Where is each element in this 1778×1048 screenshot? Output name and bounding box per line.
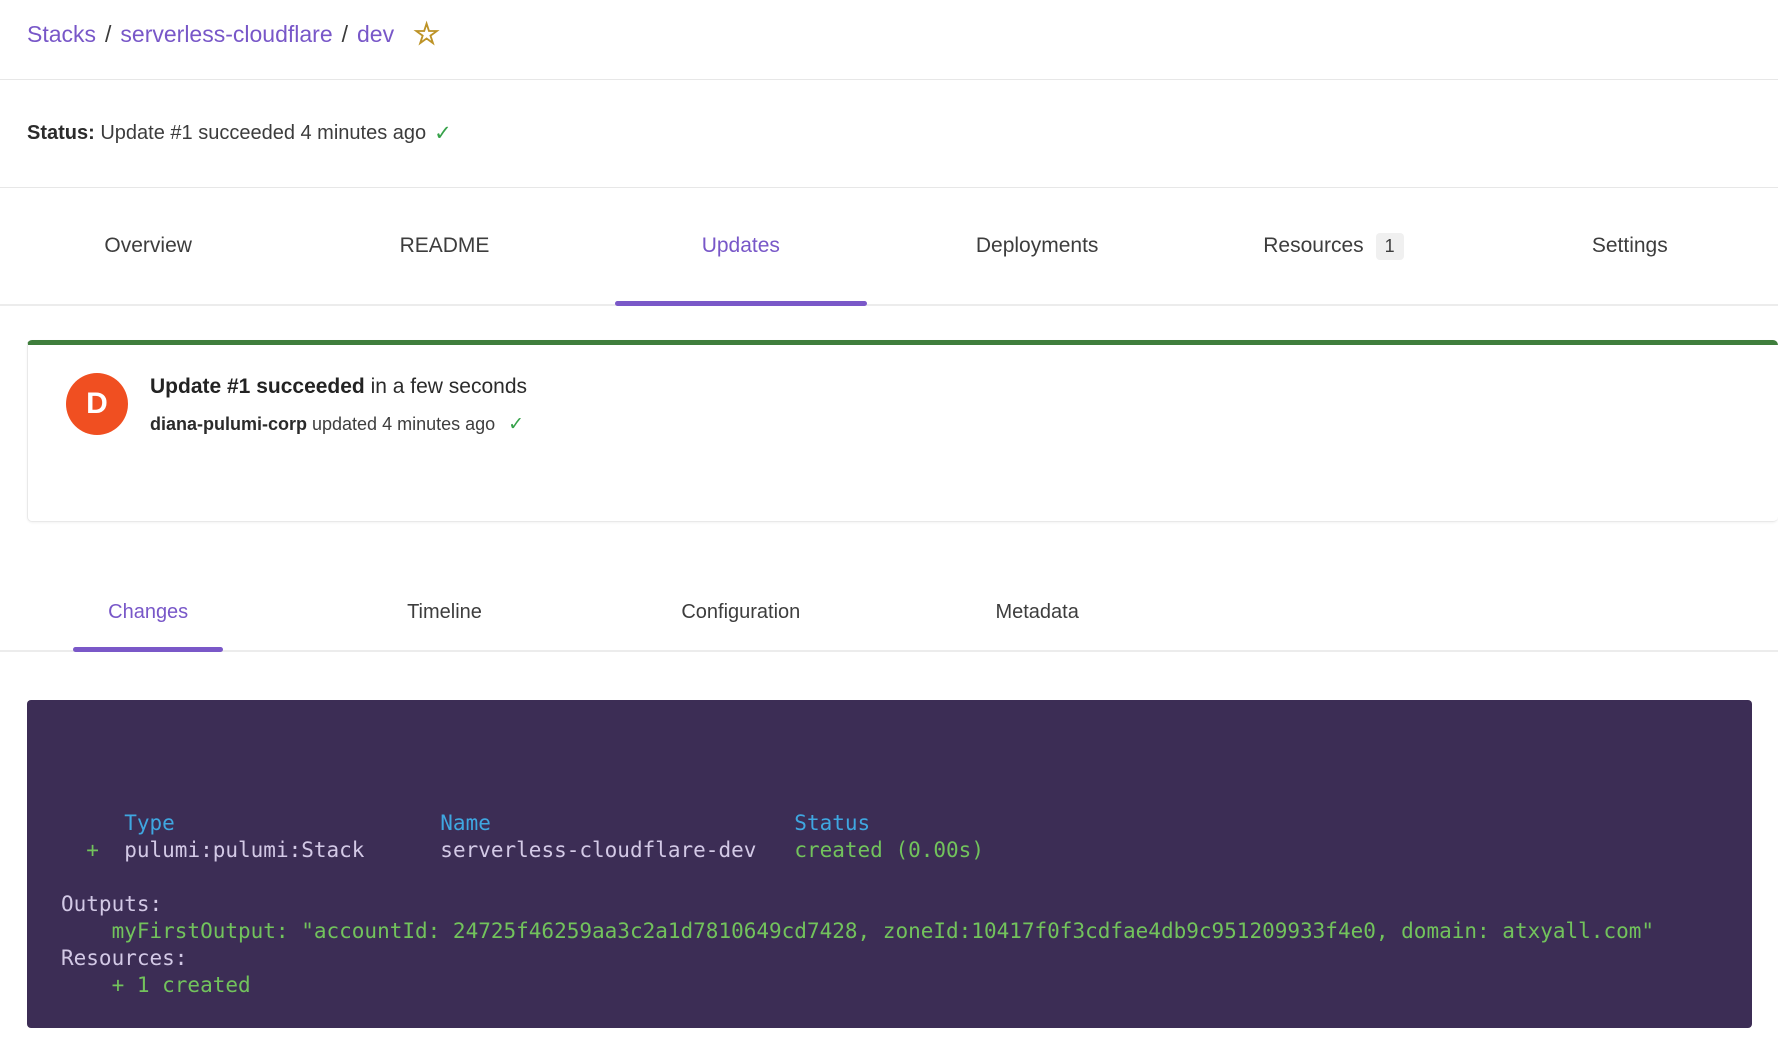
update-author: diana-pulumi-corp bbox=[150, 414, 307, 434]
tab-readme[interactable]: README bbox=[296, 188, 592, 304]
star-favorite-icon[interactable]: ☆ bbox=[413, 20, 440, 50]
resources-count-badge: 1 bbox=[1376, 233, 1404, 260]
subtab-configuration-label: Configuration bbox=[681, 601, 800, 624]
breadcrumb: Stacks / serverless-cloudflare / dev ☆ bbox=[27, 20, 440, 50]
update-detail-tabbar: Changes Timeline Configuration Metadata bbox=[0, 575, 1778, 652]
stack-tabbar: Overview README Updates Deployments Reso… bbox=[0, 188, 1778, 306]
tab-resources[interactable]: Resources 1 bbox=[1185, 188, 1481, 304]
status-bar: Status: Update #1 succeeded 4 minutes ag… bbox=[0, 80, 1778, 188]
subtab-metadata-label: Metadata bbox=[995, 601, 1078, 624]
status-text: Update #1 succeeded 4 minutes ago bbox=[95, 122, 426, 145]
console-output: Type Name Status + pulumi:pulumi:Stack s… bbox=[61, 810, 1732, 999]
update-card-meta: diana-pulumi-corp updated 4 minutes ago … bbox=[150, 413, 527, 436]
subtab-timeline[interactable]: Timeline bbox=[296, 575, 592, 650]
tab-overview[interactable]: Overview bbox=[0, 188, 296, 304]
console-create-marker: + bbox=[61, 838, 99, 862]
console-resources-label: Resources: bbox=[61, 946, 187, 970]
breadcrumb-project-link[interactable]: serverless-cloudflare bbox=[120, 21, 332, 48]
tab-readme-label: README bbox=[400, 234, 490, 258]
status-label: Status: bbox=[27, 122, 95, 145]
subtab-metadata[interactable]: Metadata bbox=[889, 575, 1185, 650]
update-card[interactable]: D Update #1 succeeded in a few seconds d… bbox=[27, 340, 1778, 522]
console-resource-row: pulumi:pulumi:Stack serverless-cloudflar… bbox=[99, 838, 794, 862]
tab-settings-label: Settings bbox=[1592, 234, 1668, 258]
console-created-line: + 1 created bbox=[61, 973, 251, 997]
tab-deployments-label: Deployments bbox=[976, 234, 1099, 258]
subtab-configuration[interactable]: Configuration bbox=[593, 575, 889, 650]
breadcrumb-separator: / bbox=[105, 21, 111, 48]
tab-deployments[interactable]: Deployments bbox=[889, 188, 1185, 304]
breadcrumb-stack-link[interactable]: dev bbox=[357, 21, 394, 48]
update-title-rest: in a few seconds bbox=[365, 375, 527, 398]
update-card-text: Update #1 succeeded in a few seconds dia… bbox=[150, 373, 527, 521]
breadcrumb-stacks-link[interactable]: Stacks bbox=[27, 21, 96, 48]
update-diff-console: Type Name Status + pulumi:pulumi:Stack s… bbox=[27, 700, 1752, 1028]
console-resource-status: created (0.00s) bbox=[794, 838, 984, 862]
subtab-changes[interactable]: Changes bbox=[0, 575, 296, 650]
update-meta-rest: updated 4 minutes ago bbox=[307, 414, 495, 434]
console-output-line: myFirstOutput: "accountId: 24725f46259aa… bbox=[61, 919, 1654, 943]
tab-overview-label: Overview bbox=[104, 234, 192, 258]
update-card-title: Update #1 succeeded in a few seconds bbox=[150, 375, 527, 399]
subtab-changes-label: Changes bbox=[108, 601, 188, 624]
update-title-bold: Update #1 succeeded bbox=[150, 375, 365, 398]
console-outputs-label: Outputs: bbox=[61, 892, 162, 916]
subtab-timeline-label: Timeline bbox=[407, 601, 482, 624]
status-success-check-icon: ✓ bbox=[434, 121, 452, 146]
breadcrumb-separator: / bbox=[342, 21, 348, 48]
user-avatar: D bbox=[66, 373, 128, 435]
tab-updates-label: Updates bbox=[702, 234, 780, 258]
tab-resources-label: Resources bbox=[1263, 234, 1363, 258]
update-success-check-icon: ✓ bbox=[508, 414, 524, 435]
tab-settings[interactable]: Settings bbox=[1482, 188, 1778, 304]
console-column-headers: Type Name Status bbox=[61, 811, 870, 835]
tab-updates[interactable]: Updates bbox=[593, 188, 889, 304]
breadcrumb-row: Stacks / serverless-cloudflare / dev ☆ bbox=[0, 0, 1778, 80]
